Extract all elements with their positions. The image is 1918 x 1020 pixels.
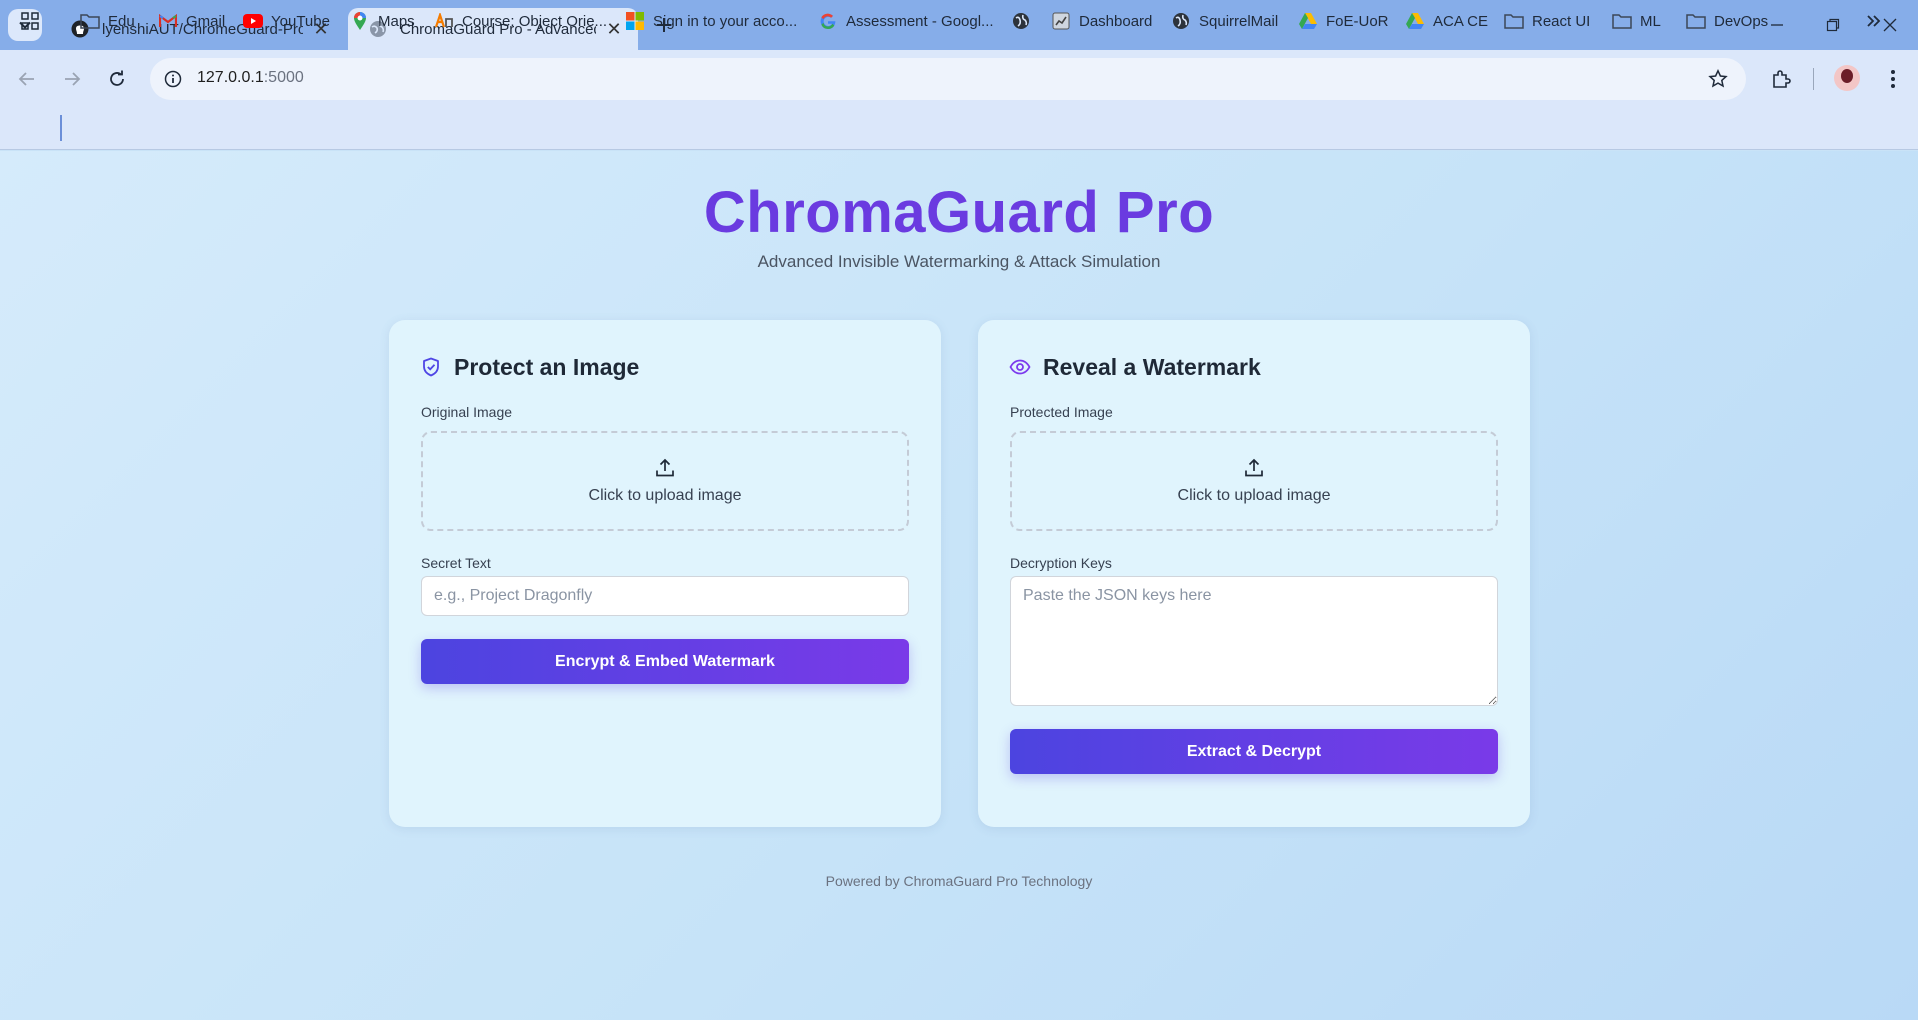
bookmark-label: ML xyxy=(1640,12,1661,30)
dashboard-icon xyxy=(1051,11,1071,31)
arrow-left-icon xyxy=(18,72,34,86)
folder-icon xyxy=(1686,11,1706,31)
bookmark-label: Course: Object Orie... xyxy=(462,12,608,30)
folder-icon xyxy=(1504,11,1524,31)
upload-prompt: Click to upload image xyxy=(1177,487,1331,504)
bookmark-maps[interactable]: Maps xyxy=(350,8,415,34)
shield-check-icon xyxy=(420,356,442,378)
folder-icon xyxy=(1612,11,1632,31)
apps-button[interactable] xyxy=(20,8,48,34)
protect-card-header: Protect an Image xyxy=(420,352,639,382)
bookmark-label: Dashboard xyxy=(1079,12,1153,30)
upload-prompt: Click to upload image xyxy=(588,487,742,504)
bookmark-label: Assessment - Googl... xyxy=(846,12,994,30)
extensions-button[interactable] xyxy=(1764,62,1798,96)
url-host: 127.0.0.1 xyxy=(197,69,264,86)
bookmark-globe[interactable] xyxy=(1011,8,1039,34)
microsoft-icon xyxy=(625,11,645,31)
protect-card: Protect an Image Original Image Click to… xyxy=(389,320,941,827)
reveal-card-header: Reveal a Watermark xyxy=(1009,352,1261,382)
folder-icon xyxy=(80,11,100,31)
toolbar-divider xyxy=(1813,68,1814,90)
bookmark-star-icon[interactable] xyxy=(1706,67,1730,91)
upload-icon xyxy=(654,457,676,479)
protect-card-title: Protect an Image xyxy=(454,353,640,380)
address-bar[interactable]: 127.0.0.1:5000 xyxy=(150,58,1746,100)
more-vertical-icon xyxy=(1891,70,1895,88)
footer-text: Powered by ChromaGuard Pro Technology xyxy=(825,873,1093,889)
bookmark-foe-uor[interactable]: FoE-UoR xyxy=(1298,8,1389,34)
bookmark-youtube[interactable]: YouTube xyxy=(243,8,330,34)
bookmark-label: Gmail xyxy=(186,12,226,30)
minimize-icon xyxy=(1771,24,1783,26)
protected-image-dropzone[interactable]: Click to upload image xyxy=(1010,431,1498,531)
bookmarks-divider xyxy=(60,115,62,141)
youtube-icon xyxy=(243,11,263,31)
globe-icon xyxy=(1011,11,1031,31)
bookmark-gmail[interactable]: Gmail xyxy=(158,8,225,34)
course-icon xyxy=(434,11,454,31)
bookmark-react-ui[interactable]: React UI xyxy=(1504,8,1590,34)
profile-avatar[interactable] xyxy=(1834,65,1860,91)
bookmark-assessment[interactable]: Assessment - Googl... xyxy=(818,8,994,34)
decryption-keys-label: Decryption Keys xyxy=(1010,555,1112,571)
bookmark-microsoft[interactable]: Sign in to your acco... xyxy=(625,8,797,34)
google-icon xyxy=(818,11,838,31)
bookmarks-overflow-button[interactable] xyxy=(1864,8,1892,34)
bookmark-dashboard[interactable]: Dashboard xyxy=(1051,8,1152,34)
browser-menu-button[interactable] xyxy=(1876,62,1910,96)
bookmark-label: FoE-UoR xyxy=(1326,12,1389,30)
apps-grid-icon xyxy=(20,11,40,31)
bookmark-devops[interactable]: DevOps xyxy=(1686,8,1768,34)
arrow-right-icon xyxy=(65,72,81,86)
bookmark-label: Sign in to your acco... xyxy=(653,12,798,30)
gmail-icon xyxy=(158,11,178,31)
eye-icon xyxy=(1009,356,1031,378)
bookmark-aca-ce[interactable]: ACA CE xyxy=(1405,8,1488,34)
page-content: ChromaGuard Pro Advanced Invisible Water… xyxy=(0,151,1918,1020)
bookmark-label: YouTube xyxy=(271,12,330,30)
restore-icon xyxy=(1826,18,1840,32)
bookmark-label: React UI xyxy=(1532,12,1591,30)
upload-icon xyxy=(1243,457,1265,479)
original-image-label: Original Image xyxy=(421,404,513,420)
forward-button[interactable] xyxy=(55,62,89,96)
bookmark-ml[interactable]: ML xyxy=(1612,8,1661,34)
maps-icon xyxy=(350,11,370,31)
bookmark-label: DevOps xyxy=(1714,12,1769,30)
restore-button[interactable] xyxy=(1813,8,1853,42)
app-title: ChromaGuard Pro xyxy=(703,180,1215,245)
bookmark-label: SquirrelMail xyxy=(1199,12,1279,30)
double-chevron-right-icon xyxy=(1864,11,1884,31)
bookmark-label: Edu xyxy=(108,12,135,30)
app-subtitle: Advanced Invisible Watermarking & Attack… xyxy=(757,252,1161,271)
original-image-dropzone[interactable]: Click to upload image xyxy=(421,431,909,531)
reload-icon xyxy=(110,70,124,86)
reveal-card-title: Reveal a Watermark xyxy=(1043,353,1261,380)
bookmark-squirrelmail[interactable]: SquirrelMail xyxy=(1171,8,1278,34)
bookmark-edu[interactable]: Edu xyxy=(80,8,135,34)
bookmarks-bar xyxy=(0,108,1918,150)
url-text[interactable]: 127.0.0.1:5000 xyxy=(197,69,304,87)
reload-button[interactable] xyxy=(100,62,134,96)
url-port: :5000 xyxy=(263,69,304,86)
bookmark-label: ACA CE xyxy=(1433,12,1489,30)
drive-icon xyxy=(1298,11,1318,31)
globe-icon xyxy=(1171,11,1191,31)
bookmark-label: Maps xyxy=(378,12,415,30)
puzzle-icon xyxy=(1773,70,1791,88)
secret-text-input[interactable] xyxy=(421,576,909,616)
back-button[interactable] xyxy=(10,62,44,96)
bookmark-course[interactable]: Course: Object Orie... xyxy=(434,8,607,34)
extract-decrypt-button[interactable]: Extract & Decrypt xyxy=(1010,729,1498,774)
site-info-icon[interactable] xyxy=(162,68,184,90)
encrypt-embed-button[interactable]: Encrypt & Embed Watermark xyxy=(421,639,909,684)
drive-icon xyxy=(1405,11,1425,31)
reveal-card: Reveal a Watermark Protected Image Click… xyxy=(978,320,1530,827)
secret-text-label: Secret Text xyxy=(421,555,491,571)
protected-image-label: Protected Image xyxy=(1010,404,1113,420)
decryption-keys-input[interactable] xyxy=(1010,576,1498,706)
